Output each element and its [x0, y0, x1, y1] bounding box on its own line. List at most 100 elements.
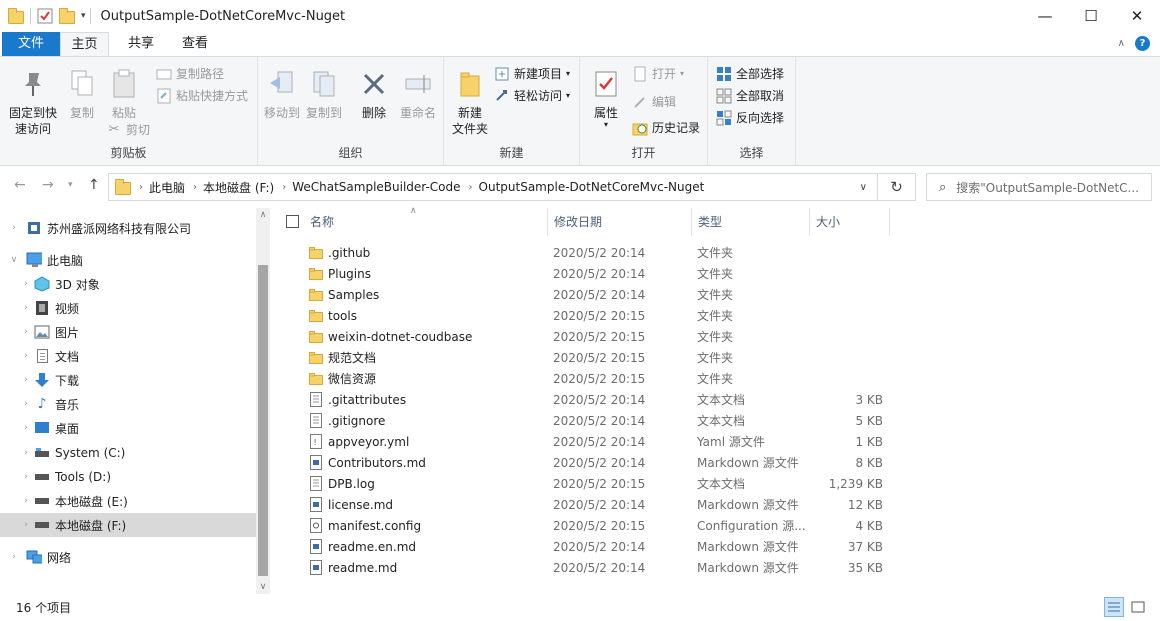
invert-selection-button[interactable]: 反向选择 [716, 109, 784, 126]
copy-button[interactable]: 复制 [62, 67, 102, 121]
refresh-button[interactable]: ↻ [878, 173, 916, 201]
easy-access-button[interactable]: 轻松访问 ▾ [494, 87, 570, 104]
expand-arrow-icon[interactable]: › [8, 552, 20, 562]
expand-arrow-icon[interactable]: › [20, 423, 32, 433]
table-row[interactable]: manifest.config 2020/5/2 20:15 Configurati… [280, 515, 900, 536]
chevron-right-icon[interactable]: › [139, 182, 143, 193]
delete-button[interactable]: 删除 [354, 67, 394, 121]
forward-button[interactable]: → [42, 177, 54, 193]
sidebar-item-drive-f[interactable]: › 本地磁盘 (F:) [0, 513, 256, 537]
column-size[interactable]: 大小 [810, 208, 890, 236]
table-row[interactable]: DPB.log 2020/5/2 20:15 文本文档 1,239 KB [280, 473, 900, 494]
address-bar[interactable]: › 此电脑 › 本地磁盘 (F:) › WeChatSampleBuilder-… [108, 173, 878, 201]
sidebar-item-3d-objects[interactable]: › 3D 对象 [0, 272, 256, 296]
sidebar-item-documents[interactable]: › 文档 [0, 344, 256, 368]
expand-arrow-icon[interactable]: › [20, 472, 32, 482]
recent-locations-icon[interactable]: ▾ [68, 180, 73, 190]
maximize-button[interactable]: ☐ [1068, 0, 1114, 32]
tab-view[interactable]: 查看 [168, 32, 222, 56]
pin-quick-access-button[interactable]: 固定到快 速访问 [6, 67, 60, 137]
properties-button[interactable]: 属性 ▾ [586, 67, 626, 129]
address-dropdown-icon[interactable]: ∨ [860, 182, 867, 193]
tab-share[interactable]: 共享 [114, 32, 168, 56]
table-row[interactable]: .github 2020/5/2 20:14 文件夹 [280, 242, 900, 263]
new-folder-button[interactable]: 新建 文件夹 [448, 67, 492, 137]
column-type[interactable]: 类型 [692, 208, 810, 236]
sidebar-item-music[interactable]: › ♪ 音乐 [0, 392, 256, 416]
expand-arrow-icon[interactable]: › [8, 223, 20, 233]
column-date[interactable]: 修改日期 [548, 208, 692, 236]
sidebar-item-system-c[interactable]: › System (C:) [0, 441, 256, 465]
table-row[interactable]: tools 2020/5/2 20:15 文件夹 [280, 305, 900, 326]
large-icons-view-button[interactable] [1128, 597, 1148, 617]
expand-arrow-icon[interactable]: › [20, 448, 32, 458]
tab-file[interactable]: 文件 [2, 32, 60, 56]
table-row[interactable]: readme.en.md 2020/5/2 20:14 Markdown 源文件 37… [280, 536, 900, 557]
sidebar-item-network[interactable]: › 网络 [0, 545, 256, 569]
select-none-button[interactable]: 全部取消 [716, 87, 784, 104]
expand-arrow-icon[interactable]: › [20, 496, 32, 506]
table-row[interactable]: weixin-dotnet-coudbase 2020/5/2 20:15 文件夹 [280, 326, 900, 347]
table-row[interactable]: readme.md 2020/5/2 20:14 Markdown 源文件 35 KB [280, 557, 900, 578]
table-row[interactable]: .gitignore 2020/5/2 20:14 文本文档 5 KB [280, 410, 900, 431]
expand-arrow-icon[interactable]: › [20, 303, 32, 313]
copy-to-button[interactable]: 复制到 [304, 67, 344, 121]
cut-button[interactable]: ✂ 剪切 [106, 121, 150, 138]
table-row[interactable]: Plugins 2020/5/2 20:14 文件夹 [280, 263, 900, 284]
copy-path-button[interactable]: 复制路径 [156, 65, 224, 82]
collapse-ribbon-icon[interactable]: ∧ [1118, 38, 1125, 49]
paste-shortcut-button[interactable]: 粘贴快捷方式 [156, 87, 248, 104]
customize-toolbar-dropdown-icon[interactable]: ▾ [81, 11, 86, 21]
paste-button[interactable]: 粘贴 [104, 67, 144, 121]
scroll-down-icon[interactable]: ∨ [256, 582, 270, 592]
expand-arrow-icon[interactable]: › [20, 399, 32, 409]
edit-button[interactable]: 编辑 [632, 93, 676, 110]
move-to-button[interactable]: 移动到 [262, 67, 302, 121]
collapse-arrow-icon[interactable]: ∨ [8, 255, 20, 265]
sidebar-item-pictures[interactable]: › 图片 [0, 320, 256, 344]
scroll-up-icon[interactable]: ∧ [256, 210, 270, 220]
expand-arrow-icon[interactable]: › [20, 520, 32, 530]
properties-quick-icon[interactable] [37, 8, 53, 24]
expand-arrow-icon[interactable]: › [20, 279, 32, 289]
rename-button[interactable]: 重命名 [396, 67, 440, 121]
column-name[interactable]: 名称 [304, 208, 548, 236]
back-button[interactable]: ← [14, 177, 26, 193]
sidebar-item-downloads[interactable]: › 下载 [0, 368, 256, 392]
expand-arrow-icon[interactable]: › [20, 375, 32, 385]
table-row[interactable]: Samples 2020/5/2 20:14 文件夹 [280, 284, 900, 305]
details-view-button[interactable] [1104, 597, 1124, 617]
breadcrumb-drive-f[interactable]: 本地磁盘 (F:) [203, 179, 274, 196]
history-button[interactable]: 历史记录 [632, 119, 700, 136]
new-item-button[interactable]: 新建项目 ▾ [494, 65, 570, 82]
chevron-right-icon[interactable]: › [469, 182, 473, 193]
table-row[interactable]: 规范文档 2020/5/2 20:15 文件夹 [280, 347, 900, 368]
table-row[interactable]: ! appveyor.yml 2020/5/2 20:14 Yaml 源文件 1 KB [280, 431, 900, 452]
table-row[interactable]: license.md 2020/5/2 20:14 Markdown 源文件 12 K… [280, 494, 900, 515]
open-button[interactable]: 打开 ▾ [632, 65, 684, 82]
table-row[interactable]: .gitattributes 2020/5/2 20:14 文本文档 3 KB [280, 389, 900, 410]
sidebar-item-tools-d[interactable]: › Tools (D:) [0, 465, 256, 489]
chevron-right-icon[interactable]: › [193, 182, 197, 193]
breadcrumb-this-pc[interactable]: 此电脑 [149, 179, 185, 196]
select-all-button[interactable]: 全部选择 [716, 65, 784, 82]
sidebar-item-drive-e[interactable]: › 本地磁盘 (E:) [0, 489, 256, 513]
help-icon[interactable]: ? [1135, 36, 1150, 51]
close-button[interactable]: ✕ [1114, 0, 1160, 32]
up-button[interactable]: ↑ [88, 177, 100, 193]
navigation-scrollbar[interactable]: ∧ ∨ [256, 208, 270, 594]
table-row[interactable]: Contributors.md 2020/5/2 20:14 Markdown 源文… [280, 452, 900, 473]
sidebar-item-video[interactable]: › 视频 [0, 296, 256, 320]
search-input[interactable]: ⌕ 搜索"OutputSample-DotNetC... [926, 173, 1152, 201]
sidebar-item-desktop[interactable]: › 桌面 [0, 416, 256, 440]
chevron-right-icon[interactable]: › [282, 182, 286, 193]
table-row[interactable]: 微信资源 2020/5/2 20:15 文件夹 [280, 368, 900, 389]
breadcrumb-current-folder[interactable]: OutputSample-DotNetCoreMvc-Nuget [479, 180, 705, 194]
sidebar-item-company[interactable]: › 苏州盛派网络科技有限公司 [0, 216, 256, 240]
scrollbar-thumb[interactable] [258, 265, 268, 576]
new-folder-quick-icon[interactable] [59, 8, 75, 24]
sidebar-item-this-pc[interactable]: ∨ 此电脑 [0, 248, 256, 272]
expand-arrow-icon[interactable]: › [20, 327, 32, 337]
select-all-checkbox[interactable] [286, 215, 299, 228]
tab-home[interactable]: 主页 [60, 32, 109, 56]
